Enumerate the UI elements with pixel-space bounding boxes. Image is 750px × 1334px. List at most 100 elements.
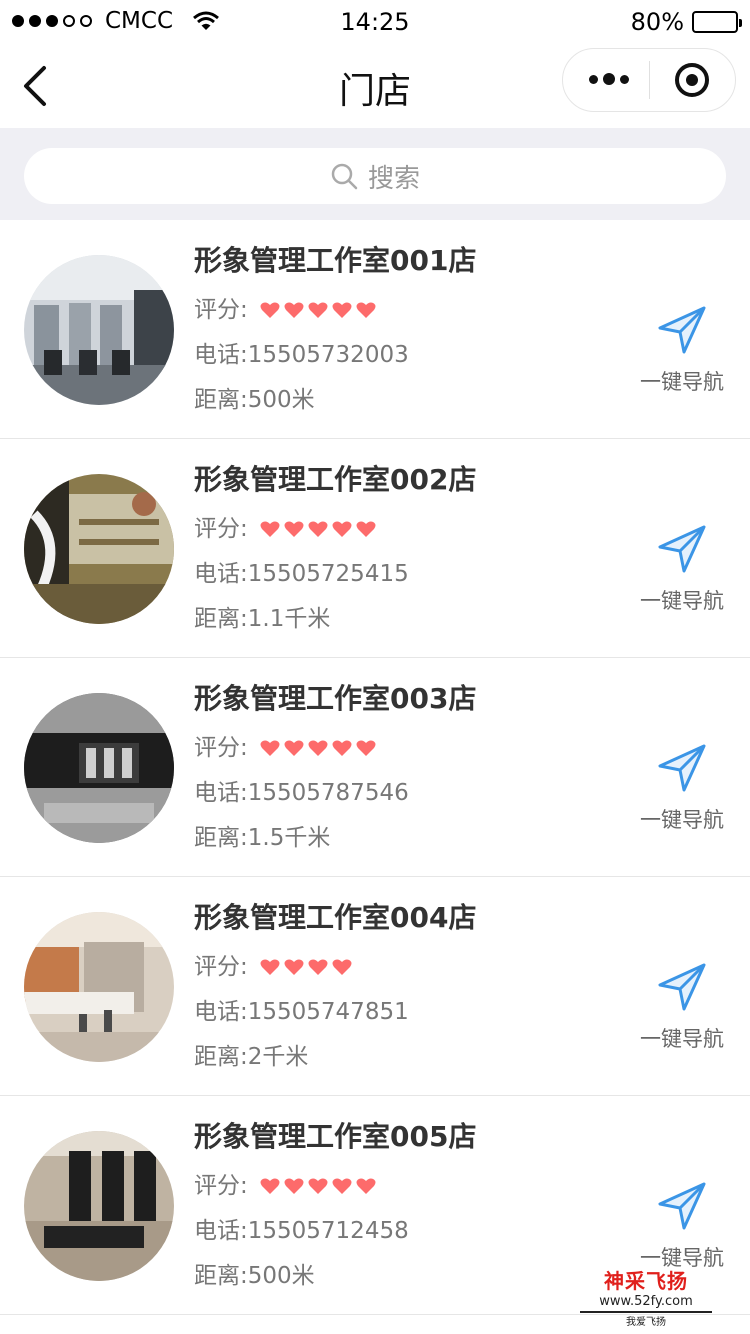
heart-icon bbox=[356, 521, 376, 537]
store-distance: 距离:2千米 bbox=[194, 1044, 309, 1070]
heart-icon bbox=[308, 302, 328, 318]
store-photo bbox=[24, 255, 174, 405]
watermark-logo: 神采飞扬 www.52fy.com 我爱飞扬 bbox=[580, 1265, 712, 1328]
status-bar: CMCC 14:25 80% bbox=[0, 0, 750, 44]
rating-hearts bbox=[260, 1177, 376, 1195]
heart-icon bbox=[284, 740, 304, 756]
store-rating: 评分: bbox=[194, 733, 476, 763]
search-input[interactable]: 搜索 bbox=[24, 148, 726, 204]
search-icon bbox=[330, 162, 358, 190]
heart-icon bbox=[332, 959, 352, 975]
heart-icon bbox=[308, 1178, 328, 1194]
capsule-divider bbox=[649, 61, 650, 99]
navigate-button[interactable]: 一键导航 bbox=[632, 521, 732, 615]
rating-label: 评分: bbox=[194, 297, 248, 323]
heart-icon bbox=[332, 521, 352, 537]
heart-icon bbox=[284, 959, 304, 975]
heart-icon bbox=[260, 959, 280, 975]
navigation-arrow-icon bbox=[658, 525, 706, 573]
heart-icon bbox=[332, 1178, 352, 1194]
more-button[interactable] bbox=[589, 73, 629, 85]
store-phone: 电话:15505712458 bbox=[194, 1218, 409, 1244]
heart-icon bbox=[332, 302, 352, 318]
store-info: 形象管理工作室004店 评分: 电话:15505747851 距离:2千米 bbox=[194, 899, 476, 1072]
navigation-arrow-icon bbox=[658, 963, 706, 1011]
battery-percent: 80% bbox=[630, 8, 684, 36]
rating-hearts bbox=[260, 958, 352, 976]
more-dot bbox=[589, 74, 598, 84]
store-photo bbox=[24, 912, 174, 1062]
rating-label: 评分: bbox=[194, 954, 248, 980]
store-rating: 评分: bbox=[194, 295, 476, 325]
store-info: 形象管理工作室002店 评分: 电话:15505725415 距离:1.1千米 bbox=[194, 461, 476, 634]
navigation-arrow-icon bbox=[658, 1182, 706, 1230]
navigate-label: 一键导航 bbox=[640, 589, 724, 613]
battery-icon bbox=[692, 11, 742, 33]
store-item[interactable]: 形象管理工作室002店 评分: 电话:15505725415 距离:1.1千米 … bbox=[0, 439, 750, 658]
store-distance: 距离:500米 bbox=[194, 387, 315, 413]
heart-icon bbox=[284, 1178, 304, 1194]
store-phone: 电话:15505732003 bbox=[194, 342, 409, 368]
store-name: 形象管理工作室001店 bbox=[194, 244, 477, 277]
navigation-arrow-icon bbox=[658, 306, 706, 354]
store-info: 形象管理工作室001店 评分: 电话:15505732003 距离:500米 bbox=[194, 242, 476, 415]
store-photo bbox=[24, 474, 174, 624]
store-phone: 电话:15505747851 bbox=[194, 999, 409, 1025]
store-item[interactable]: 形象管理工作室004店 评分: 电话:15505747851 距离:2千米 一键… bbox=[0, 877, 750, 1096]
store-name: 形象管理工作室005店 bbox=[194, 1120, 477, 1153]
store-rating: 评分: bbox=[194, 514, 476, 544]
close-miniprogram-button[interactable] bbox=[675, 63, 709, 97]
search-area: 搜索 bbox=[0, 128, 750, 220]
store-distance: 距离:1.1千米 bbox=[194, 606, 331, 632]
store-distance: 距离:500米 bbox=[194, 1263, 315, 1289]
heart-icon bbox=[284, 521, 304, 537]
heart-icon bbox=[356, 740, 376, 756]
heart-icon bbox=[356, 1178, 376, 1194]
navigate-label: 一键导航 bbox=[640, 808, 724, 832]
watermark-sub: 我爱飞扬 bbox=[626, 1317, 666, 1328]
store-rating: 评分: bbox=[194, 952, 476, 982]
navigate-button[interactable]: 一键导航 bbox=[632, 959, 732, 1053]
store-distance: 距离:1.5千米 bbox=[194, 825, 331, 851]
store-phone: 电话:15505725415 bbox=[194, 561, 409, 587]
heart-icon bbox=[260, 521, 280, 537]
heart-icon bbox=[332, 740, 352, 756]
store-info: 形象管理工作室005店 评分: 电话:15505712458 距离:500米 bbox=[194, 1118, 476, 1291]
search-placeholder: 搜索 bbox=[367, 163, 420, 194]
rating-hearts bbox=[260, 739, 376, 757]
more-dot bbox=[603, 73, 615, 85]
heart-icon bbox=[284, 302, 304, 318]
store-item[interactable]: 形象管理工作室001店 评分: 电话:15505732003 距离:500米 一… bbox=[0, 220, 750, 439]
heart-icon bbox=[260, 302, 280, 318]
store-list: 形象管理工作室001店 评分: 电话:15505732003 距离:500米 一… bbox=[0, 220, 750, 1315]
navigate-button[interactable]: 一键导航 bbox=[632, 740, 732, 834]
rating-hearts bbox=[260, 301, 376, 319]
watermark-title: 神采飞扬 bbox=[604, 1269, 688, 1293]
heart-icon bbox=[308, 959, 328, 975]
store-name: 形象管理工作室004店 bbox=[194, 901, 477, 934]
navigate-label: 一键导航 bbox=[640, 370, 724, 394]
rating-label: 评分: bbox=[194, 516, 248, 542]
store-item[interactable]: 形象管理工作室003店 评分: 电话:15505787546 距离:1.5千米 … bbox=[0, 658, 750, 877]
nav-bar: 门店 bbox=[0, 44, 750, 128]
heart-icon bbox=[308, 740, 328, 756]
battery-status: 80% bbox=[630, 8, 742, 36]
store-photo bbox=[24, 693, 174, 843]
store-name: 形象管理工作室002店 bbox=[194, 463, 477, 496]
more-dot bbox=[620, 74, 629, 84]
rating-label: 评分: bbox=[194, 1173, 248, 1199]
store-phone: 电话:15505787546 bbox=[194, 780, 409, 806]
heart-icon bbox=[260, 1178, 280, 1194]
store-rating: 评分: bbox=[194, 1171, 476, 1201]
heart-icon bbox=[260, 740, 280, 756]
mini-program-capsule bbox=[562, 48, 736, 112]
navigate-label: 一键导航 bbox=[640, 1027, 724, 1051]
navigate-button[interactable]: 一键导航 bbox=[632, 302, 732, 396]
heart-icon bbox=[308, 521, 328, 537]
store-name: 形象管理工作室003店 bbox=[194, 682, 477, 715]
navigation-arrow-icon bbox=[658, 744, 706, 792]
navigate-button[interactable]: 一键导航 bbox=[632, 1178, 732, 1272]
heart-icon bbox=[356, 302, 376, 318]
store-info: 形象管理工作室003店 评分: 电话:15505787546 距离:1.5千米 bbox=[194, 680, 476, 853]
store-photo bbox=[24, 1131, 174, 1281]
